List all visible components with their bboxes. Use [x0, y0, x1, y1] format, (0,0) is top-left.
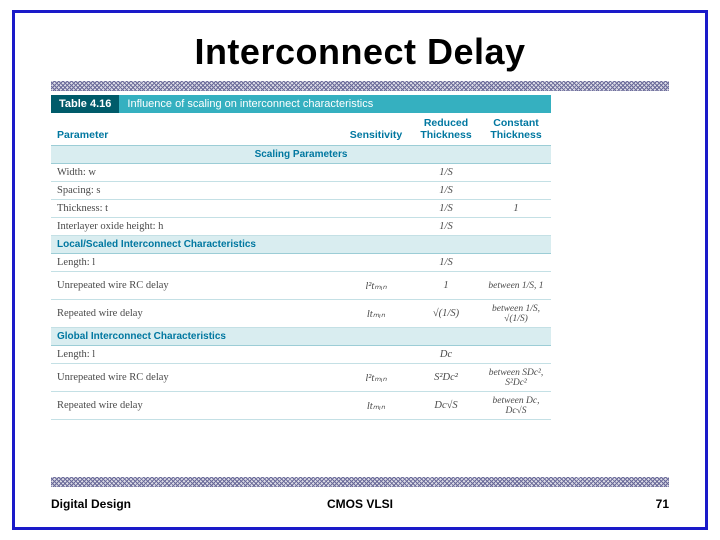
- header-row: Parameter Sensitivity Reduced Thickness …: [51, 113, 551, 146]
- col-sensitivity: Sensitivity: [341, 113, 411, 146]
- col-parameter: Parameter: [51, 113, 341, 146]
- table-row: Repeated wire delay ltₘᵢₙ Dc√S between D…: [51, 392, 551, 420]
- footer: Digital Design CMOS VLSI 71: [51, 497, 669, 511]
- table-number: Table 4.16: [51, 95, 119, 113]
- footer-center: CMOS VLSI: [51, 497, 669, 511]
- table-row: Repeated wire delay ltₘᵢₙ √(1/S) between…: [51, 300, 551, 328]
- table-row: Unrepeated wire RC delay l²tₘᵢₙ S²Dc² be…: [51, 364, 551, 392]
- table-row: Length: l 1/S: [51, 254, 551, 272]
- table-row: Length: l Dc: [51, 346, 551, 364]
- col-reduced: Reduced Thickness: [411, 113, 481, 146]
- slide-title: Interconnect Delay: [15, 31, 705, 73]
- table-container: Table 4.16 Influence of scaling on inter…: [51, 95, 551, 420]
- table-row: Interlayer oxide height: h 1/S: [51, 218, 551, 236]
- bottom-divider: [51, 477, 669, 487]
- scaling-table: Parameter Sensitivity Reduced Thickness …: [51, 113, 551, 420]
- section-global: Global Interconnect Characteristics: [51, 328, 551, 346]
- section-local: Local/Scaled Interconnect Characteristic…: [51, 236, 551, 254]
- table-caption: Influence of scaling on interconnect cha…: [119, 95, 551, 113]
- slide-border: Interconnect Delay Table 4.16 Influence …: [12, 10, 708, 530]
- table-row: Spacing: s 1/S: [51, 182, 551, 200]
- section-scaling: Scaling Parameters: [51, 146, 551, 164]
- table-row: Thickness: t 1/S 1: [51, 200, 551, 218]
- table-row: Unrepeated wire RC delay l²tₘᵢₙ 1 betwee…: [51, 272, 551, 300]
- table-caption-bar: Table 4.16 Influence of scaling on inter…: [51, 95, 551, 113]
- table-row: Width: w 1/S: [51, 164, 551, 182]
- col-constant: Constant Thickness: [481, 113, 551, 146]
- top-divider: [51, 81, 669, 91]
